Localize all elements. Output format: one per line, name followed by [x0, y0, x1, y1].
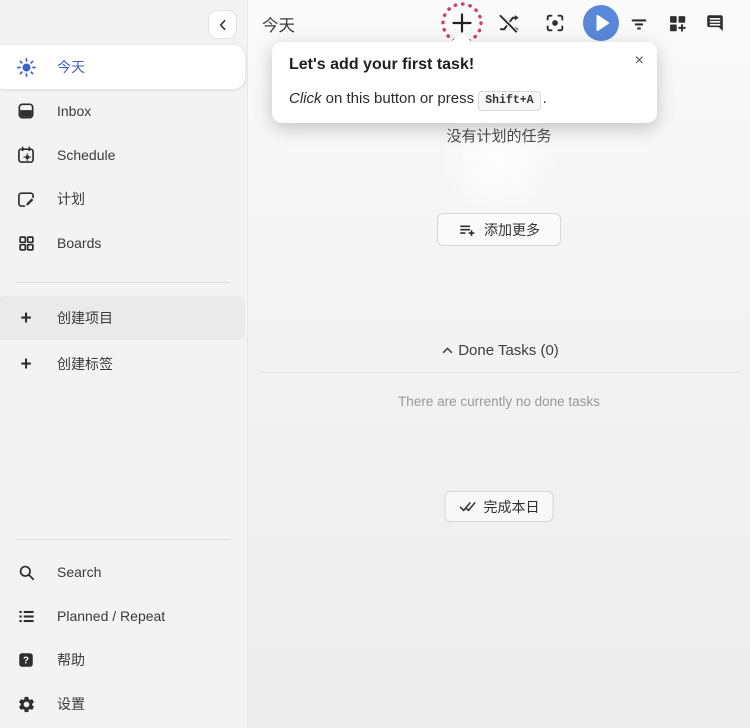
svg-text:?: ?: [23, 656, 29, 667]
sidebar-item-label: 今天: [57, 59, 85, 75]
chevron-left-icon: [215, 17, 231, 33]
center-focus-icon: [544, 12, 566, 34]
sidebar-item-planned-repeat[interactable]: Planned / Repeat: [0, 594, 247, 638]
inbox-icon: [15, 100, 37, 122]
playlist-add-icon: [458, 221, 476, 239]
play-icon: [583, 5, 619, 41]
sidebar-item-search[interactable]: Search: [0, 550, 247, 594]
sidebar-item-settings[interactable]: 设置: [0, 682, 247, 726]
filter-button[interactable]: [625, 9, 653, 37]
plus-icon: +: [20, 353, 32, 375]
popover-title: Let's add your first task!: [289, 56, 475, 73]
add-more-button[interactable]: 添加更多: [437, 213, 561, 246]
search-icon: [15, 561, 37, 583]
comment-icon: [704, 12, 726, 34]
add-widget-button[interactable]: [663, 9, 691, 37]
sidebar-bottom-group: Search Planned / Repeat ? 帮助 设置: [0, 539, 247, 726]
tutorial-popover: Let's add your first task! × Click on th…: [272, 31, 657, 123]
sidebar-collapse-button[interactable]: [208, 10, 237, 39]
dashboard-add-icon: [667, 13, 688, 34]
sidebar-divider: [16, 539, 231, 540]
done-tasks-divider: [260, 372, 740, 373]
shuffle-off-button[interactable]: [494, 9, 522, 37]
shortcut-kbd: Shift+A: [478, 91, 541, 111]
help-icon: ?: [15, 649, 37, 671]
sidebar-nav: 今天 Inbox Schedule 计划 Boards: [0, 45, 247, 265]
sidebar-item-help[interactable]: ? 帮助: [0, 638, 247, 682]
sun-icon: [15, 56, 37, 78]
done-all-icon: [459, 497, 478, 516]
sidebar-item-schedule[interactable]: Schedule: [0, 133, 247, 177]
gear-icon: [15, 693, 37, 715]
finish-day-label: 完成本日: [483, 498, 540, 515]
calendar-sun-icon: [15, 144, 37, 166]
sidebar-item-label: Planned / Repeat: [57, 608, 166, 624]
chevron-up-icon: [439, 342, 456, 359]
sidebar-item-label: Boards: [57, 235, 102, 251]
done-tasks-label: Done Tasks (0): [458, 342, 559, 359]
close-icon[interactable]: ×: [635, 53, 644, 69]
sidebar-item-label: Schedule: [57, 147, 116, 163]
sidebar-create-group: + 创建项目 + 创建标签: [0, 296, 247, 386]
sidebar-item-label: Search: [57, 564, 102, 580]
finish-day-button[interactable]: 完成本日: [444, 491, 554, 522]
sidebar-item-inbox[interactable]: Inbox: [0, 89, 247, 133]
plus-icon: +: [20, 307, 32, 329]
sidebar-item-label: 创建标签: [57, 356, 113, 372]
add-more-label: 添加更多: [484, 221, 540, 238]
sidebar-item-boards[interactable]: Boards: [0, 221, 247, 265]
sidebar-item-plan[interactable]: 计划: [0, 177, 247, 221]
sidebar-item-label: 创建项目: [57, 310, 113, 326]
sidebar: 今天 Inbox Schedule 计划 Boards + 创建项目 + 创建标…: [0, 0, 248, 728]
comments-button[interactable]: [701, 9, 729, 37]
done-tasks-empty-text: There are currently no done tasks: [398, 394, 600, 409]
popover-body-suffix: .: [542, 90, 547, 107]
page-title: 今天: [262, 17, 295, 35]
grid-icon: [15, 232, 37, 254]
popover-click-word: Click: [289, 90, 322, 107]
popover-body-text: on this button or press: [321, 90, 479, 107]
calendar-edit-icon: [15, 188, 37, 210]
focus-mode-button[interactable]: [541, 9, 569, 37]
sidebar-item-today[interactable]: 今天: [0, 45, 245, 89]
shuffle-off-icon: [497, 12, 520, 35]
start-day-play-button[interactable]: [583, 5, 619, 41]
filter-icon: [628, 12, 650, 34]
empty-state-title: 没有计划的任务: [446, 128, 552, 145]
popover-body: Click on this button or press Shift+A.: [289, 90, 640, 111]
main-panel: 今天 没有计划的任务 添加更多 Done Tasks (0) There are…: [248, 0, 750, 728]
done-tasks-toggle[interactable]: Done Tasks (0): [248, 342, 750, 359]
sidebar-item-create-tag[interactable]: + 创建标签: [0, 342, 247, 386]
sidebar-item-label: 设置: [57, 696, 85, 712]
sidebar-item-create-project[interactable]: + 创建项目: [0, 296, 245, 340]
sidebar-item-label: 帮助: [57, 652, 85, 668]
app-window: 今天 Inbox Schedule 计划 Boards + 创建项目 + 创建标…: [0, 0, 750, 728]
list-icon: [15, 605, 37, 627]
sidebar-item-label: Inbox: [57, 103, 92, 119]
sidebar-item-label: 计划: [57, 191, 85, 207]
sidebar-divider: [16, 282, 231, 283]
